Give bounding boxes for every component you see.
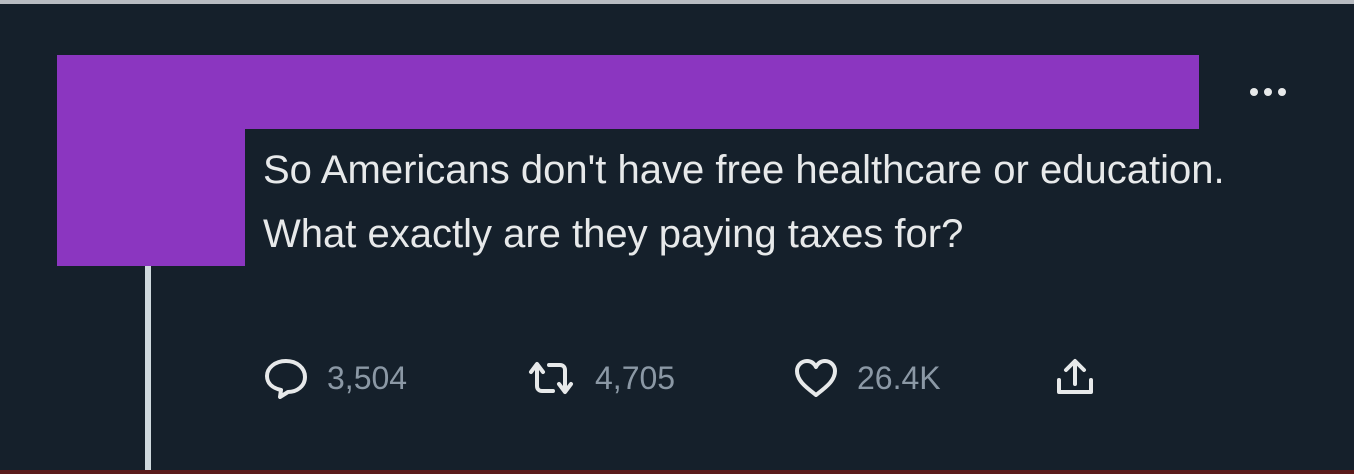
like-count: 26.4K	[857, 359, 941, 396]
window-border-bottom	[0, 470, 1354, 474]
heart-icon	[793, 357, 839, 399]
avatar-redaction-block	[57, 55, 245, 266]
thread-connector-line	[145, 266, 151, 470]
window-border-top	[0, 0, 1354, 4]
reply-icon	[263, 357, 309, 399]
retweet-icon	[525, 358, 577, 398]
like-button[interactable]: 26.4K	[793, 352, 941, 404]
more-options-button[interactable]	[1238, 74, 1298, 110]
retweet-button[interactable]: 4,705	[525, 352, 675, 404]
more-horizontal-icon	[1244, 85, 1292, 99]
reply-count: 3,504	[327, 359, 408, 396]
share-button[interactable]	[1053, 352, 1097, 404]
reply-button[interactable]: 3,504	[263, 352, 407, 404]
share-icon	[1053, 356, 1097, 400]
tweet-text: So Americans don't have free healthcare …	[263, 148, 1236, 256]
retweet-count: 4,705	[595, 359, 676, 396]
